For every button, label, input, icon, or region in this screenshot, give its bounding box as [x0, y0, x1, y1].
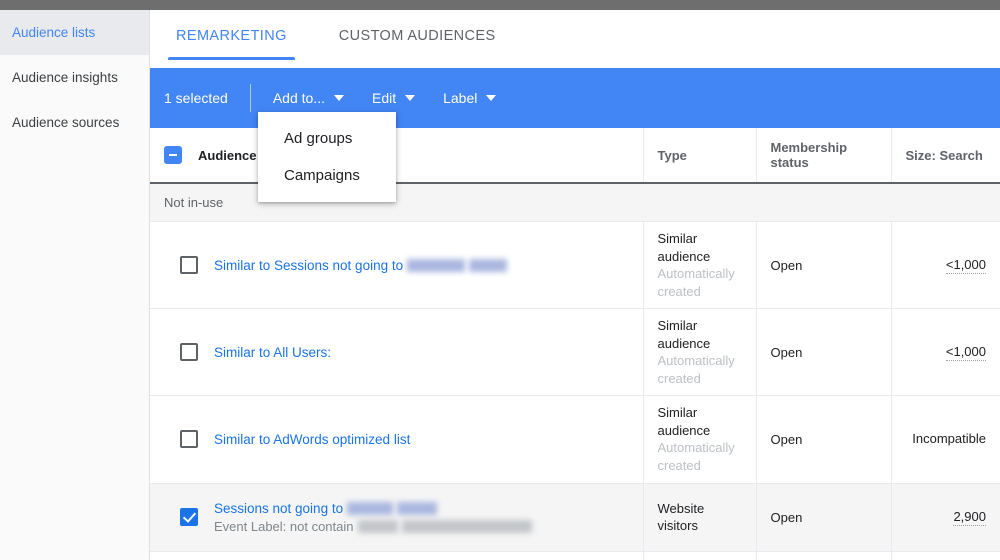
table-body: Similar to Sessions not going to Similar…: [150, 221, 1000, 560]
size-value[interactable]: <1,000: [945, 344, 986, 361]
row-checkbox[interactable]: [180, 343, 198, 362]
add-to-label: Add to...: [272, 90, 325, 106]
row-checkbox[interactable]: [180, 256, 198, 275]
tab-label: CUSTOM AUDIENCES: [338, 28, 496, 44]
chevron-down-icon: [333, 95, 344, 101]
sidebar-item-label: Audience insights: [12, 70, 118, 85]
table-row[interactable]: Similar to All Users: Similar audience A…: [150, 308, 1000, 397]
sidebar-item-audience-lists[interactable]: Audience lists: [0, 10, 149, 55]
cell-audience-name: Similar to All Users:: [150, 308, 644, 397]
edit-button[interactable]: Edit: [358, 84, 429, 112]
browser-chrome-band: [0, 0, 1000, 10]
redacted-text-block: [347, 501, 394, 515]
sidebar-item-audience-sources[interactable]: Audience sources: [0, 100, 149, 145]
label-button[interactable]: Label: [429, 84, 510, 112]
group-row-spacer: [756, 183, 891, 222]
redacted-text-block: [401, 519, 532, 533]
cell-size-search: 2,900: [891, 551, 1000, 560]
audience-sub-label: Event Label: not contain: [214, 518, 354, 534]
type-sub-label: Automatically created: [657, 353, 735, 386]
tab-custom-audiences[interactable]: CUSTOM AUDIENCES: [313, 28, 522, 60]
cell-audience-name: Sessions not going to Event Label: not c…: [150, 483, 644, 552]
cell-audience-name: Similar to AdWords optimized list: [150, 395, 644, 484]
sidebar-item-audience-insights[interactable]: Audience insights: [0, 55, 149, 100]
sidebar-item-label: Audience sources: [12, 115, 120, 130]
selected-count-label: 1 selected: [164, 90, 228, 106]
row-checkbox[interactable]: [180, 508, 198, 527]
edit-label: Edit: [371, 90, 397, 106]
cell-size-search: Incompatible: [891, 395, 1000, 484]
size-value: Incompatible: [912, 431, 986, 447]
column-header-size-search[interactable]: Size: Search: [891, 128, 1000, 184]
membership-status-label: Open: [770, 431, 803, 447]
type-sub-label: Automatically created: [657, 266, 735, 299]
type-main-label: Similar audience: [657, 231, 711, 264]
add-to-button[interactable]: Add to...: [259, 84, 358, 112]
select-all-checkbox[interactable]: [164, 146, 182, 164]
cell-membership-status: Open: [756, 483, 892, 552]
cell-type: Website visitors Automatically created: [643, 551, 757, 560]
audience-lists-page: Audience lists Audience insights Audienc…: [0, 0, 1000, 560]
cell-membership-status: Open: [756, 308, 892, 397]
redacted-text-block: [469, 258, 508, 272]
size-value[interactable]: <1,000: [945, 257, 986, 274]
cell-membership-status: Open: [756, 551, 892, 560]
menu-item-campaigns[interactable]: Campaigns: [258, 157, 396, 194]
column-header-type[interactable]: Type: [643, 128, 757, 184]
label-label: Label: [443, 90, 478, 106]
group-row-spacer: [643, 183, 756, 222]
column-header-membership-status[interactable]: Membership status: [756, 128, 892, 184]
audience-name-link[interactable]: Similar to All Users:: [214, 345, 331, 360]
cell-size-search: <1,000: [891, 308, 1000, 397]
cell-audience-name: Similar to Sessions not going to: [150, 221, 644, 310]
redacted-text-block: [357, 519, 398, 533]
cell-type: Similar audience Automatically created: [643, 395, 757, 484]
audience-name-link[interactable]: Similar to Sessions not going to: [214, 258, 403, 273]
menu-item-ad-groups[interactable]: Ad groups: [258, 120, 396, 157]
redacted-text-block: [407, 258, 466, 272]
audience-name-link[interactable]: Sessions not going to: [214, 501, 343, 516]
type-sub-label: Automatically created: [657, 440, 735, 474]
action-bar-divider: [249, 84, 251, 112]
table-row[interactable]: Similar to AdWords optimized list Simila…: [150, 395, 1000, 484]
content-area: REMARKETING CUSTOM AUDIENCES 1 selected …: [150, 10, 1000, 560]
membership-status-label: Open: [770, 509, 803, 525]
membership-status-label: Open: [770, 257, 803, 273]
chevron-down-icon: [486, 95, 497, 101]
table-row[interactable]: All visitors (Google Analytics) Website …: [150, 551, 1000, 560]
membership-status-label: Open: [770, 344, 803, 360]
group-row-spacer: [891, 183, 1000, 222]
table-row[interactable]: Similar to Sessions not going to Similar…: [150, 221, 1000, 310]
add-to-dropdown-menu: Ad groups Campaigns: [258, 112, 396, 202]
tab-bar: REMARKETING CUSTOM AUDIENCES: [150, 10, 1000, 68]
cell-type: Similar audience Automatically created: [643, 308, 757, 397]
size-value[interactable]: 2,900: [953, 509, 986, 526]
sidebar: Audience lists Audience insights Audienc…: [0, 10, 150, 560]
type-main-label: Website visitors: [657, 500, 705, 534]
cell-size-search: 2,900: [891, 483, 1000, 552]
sidebar-item-label: Audience lists: [12, 25, 96, 40]
cell-membership-status: Open: [756, 221, 892, 310]
cell-audience-name: All visitors (Google Analytics): [150, 551, 644, 560]
tab-label: REMARKETING: [176, 28, 287, 44]
chevron-down-icon: [405, 95, 416, 101]
cell-type: Website visitors: [643, 483, 757, 552]
audience-name-link[interactable]: Similar to AdWords optimized list: [214, 432, 410, 447]
redacted-text-block: [397, 501, 438, 515]
column-header-audience-name[interactable]: Audience name: [150, 128, 644, 184]
cell-type: Similar audience Automatically created: [643, 221, 757, 310]
cell-size-search: <1,000: [891, 221, 1000, 310]
type-main-label: Similar audience: [657, 405, 711, 438]
table-row[interactable]: Sessions not going to Event Label: not c…: [150, 483, 1000, 552]
type-main-label: Similar audience: [657, 318, 711, 351]
group-row-label: Not in-use: [150, 183, 643, 222]
tab-remarketing[interactable]: REMARKETING: [150, 28, 313, 60]
cell-membership-status: Open: [756, 395, 892, 484]
row-checkbox[interactable]: [180, 430, 198, 449]
